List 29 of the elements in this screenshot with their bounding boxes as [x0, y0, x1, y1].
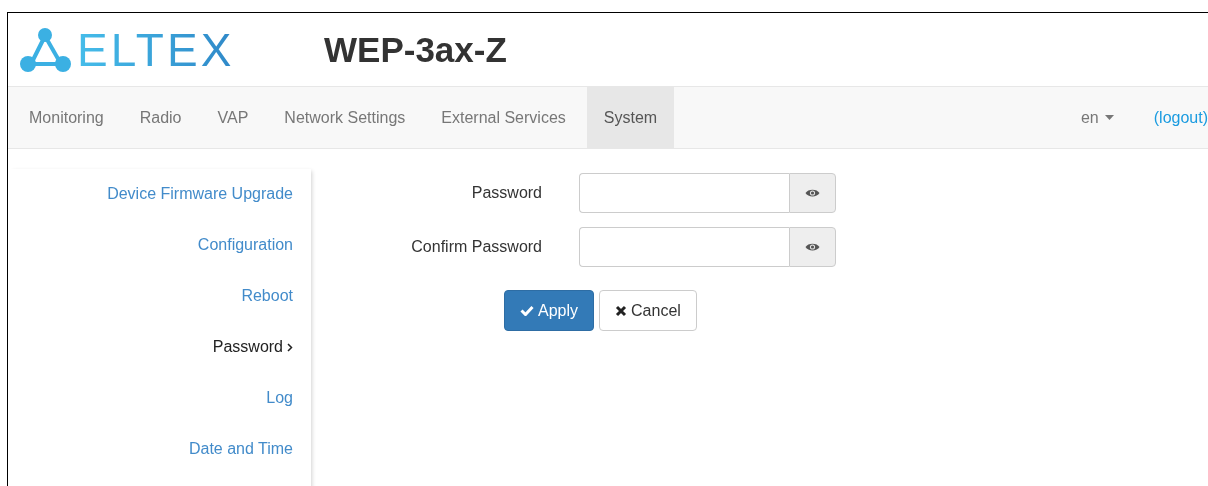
- sidebar-item[interactable]: Reboot: [241, 286, 311, 337]
- eye-icon: [805, 242, 820, 252]
- close-icon: [615, 304, 628, 317]
- field-label: Password: [470, 184, 542, 202]
- nav-tab[interactable]: Monitoring: [14, 87, 119, 148]
- sidebar-item[interactable]: Password: [212, 337, 311, 388]
- nav-tab[interactable]: Radio: [124, 87, 197, 148]
- sidebar-item[interactable]: Log: [266, 388, 311, 439]
- caret-icon: [1104, 115, 1114, 120]
- sidebar-item[interactable]: Device Firmware Upgrade: [107, 184, 311, 235]
- field-label: Confirm Password: [410, 238, 542, 256]
- eye-icon: [805, 188, 820, 198]
- chevron-icon: [287, 343, 293, 352]
- cancel-button[interactable]: Cancel: [599, 290, 697, 331]
- password-field[interactable]: [579, 173, 789, 213]
- nav-tab[interactable]: System: [586, 87, 675, 148]
- sidebar-item[interactable]: Date and Time: [188, 439, 311, 486]
- nav-tab[interactable]: VAP: [202, 87, 264, 148]
- nav-tab[interactable]: Network Settings: [269, 87, 421, 148]
- device-title: WEP-3ax-Z: [324, 29, 507, 70]
- sidebar-item[interactable]: Configuration: [197, 235, 311, 286]
- nav-tab[interactable]: External Services: [426, 87, 581, 148]
- apply-button[interactable]: Apply: [504, 290, 595, 331]
- show-password-button[interactable]: [789, 173, 836, 213]
- password-field[interactable]: [579, 227, 789, 267]
- logout-link[interactable]: (logout): [1153, 108, 1208, 127]
- language-dropdown[interactable]: en: [1080, 108, 1114, 127]
- check-icon: [520, 305, 534, 316]
- show-password-button[interactable]: [789, 227, 836, 267]
